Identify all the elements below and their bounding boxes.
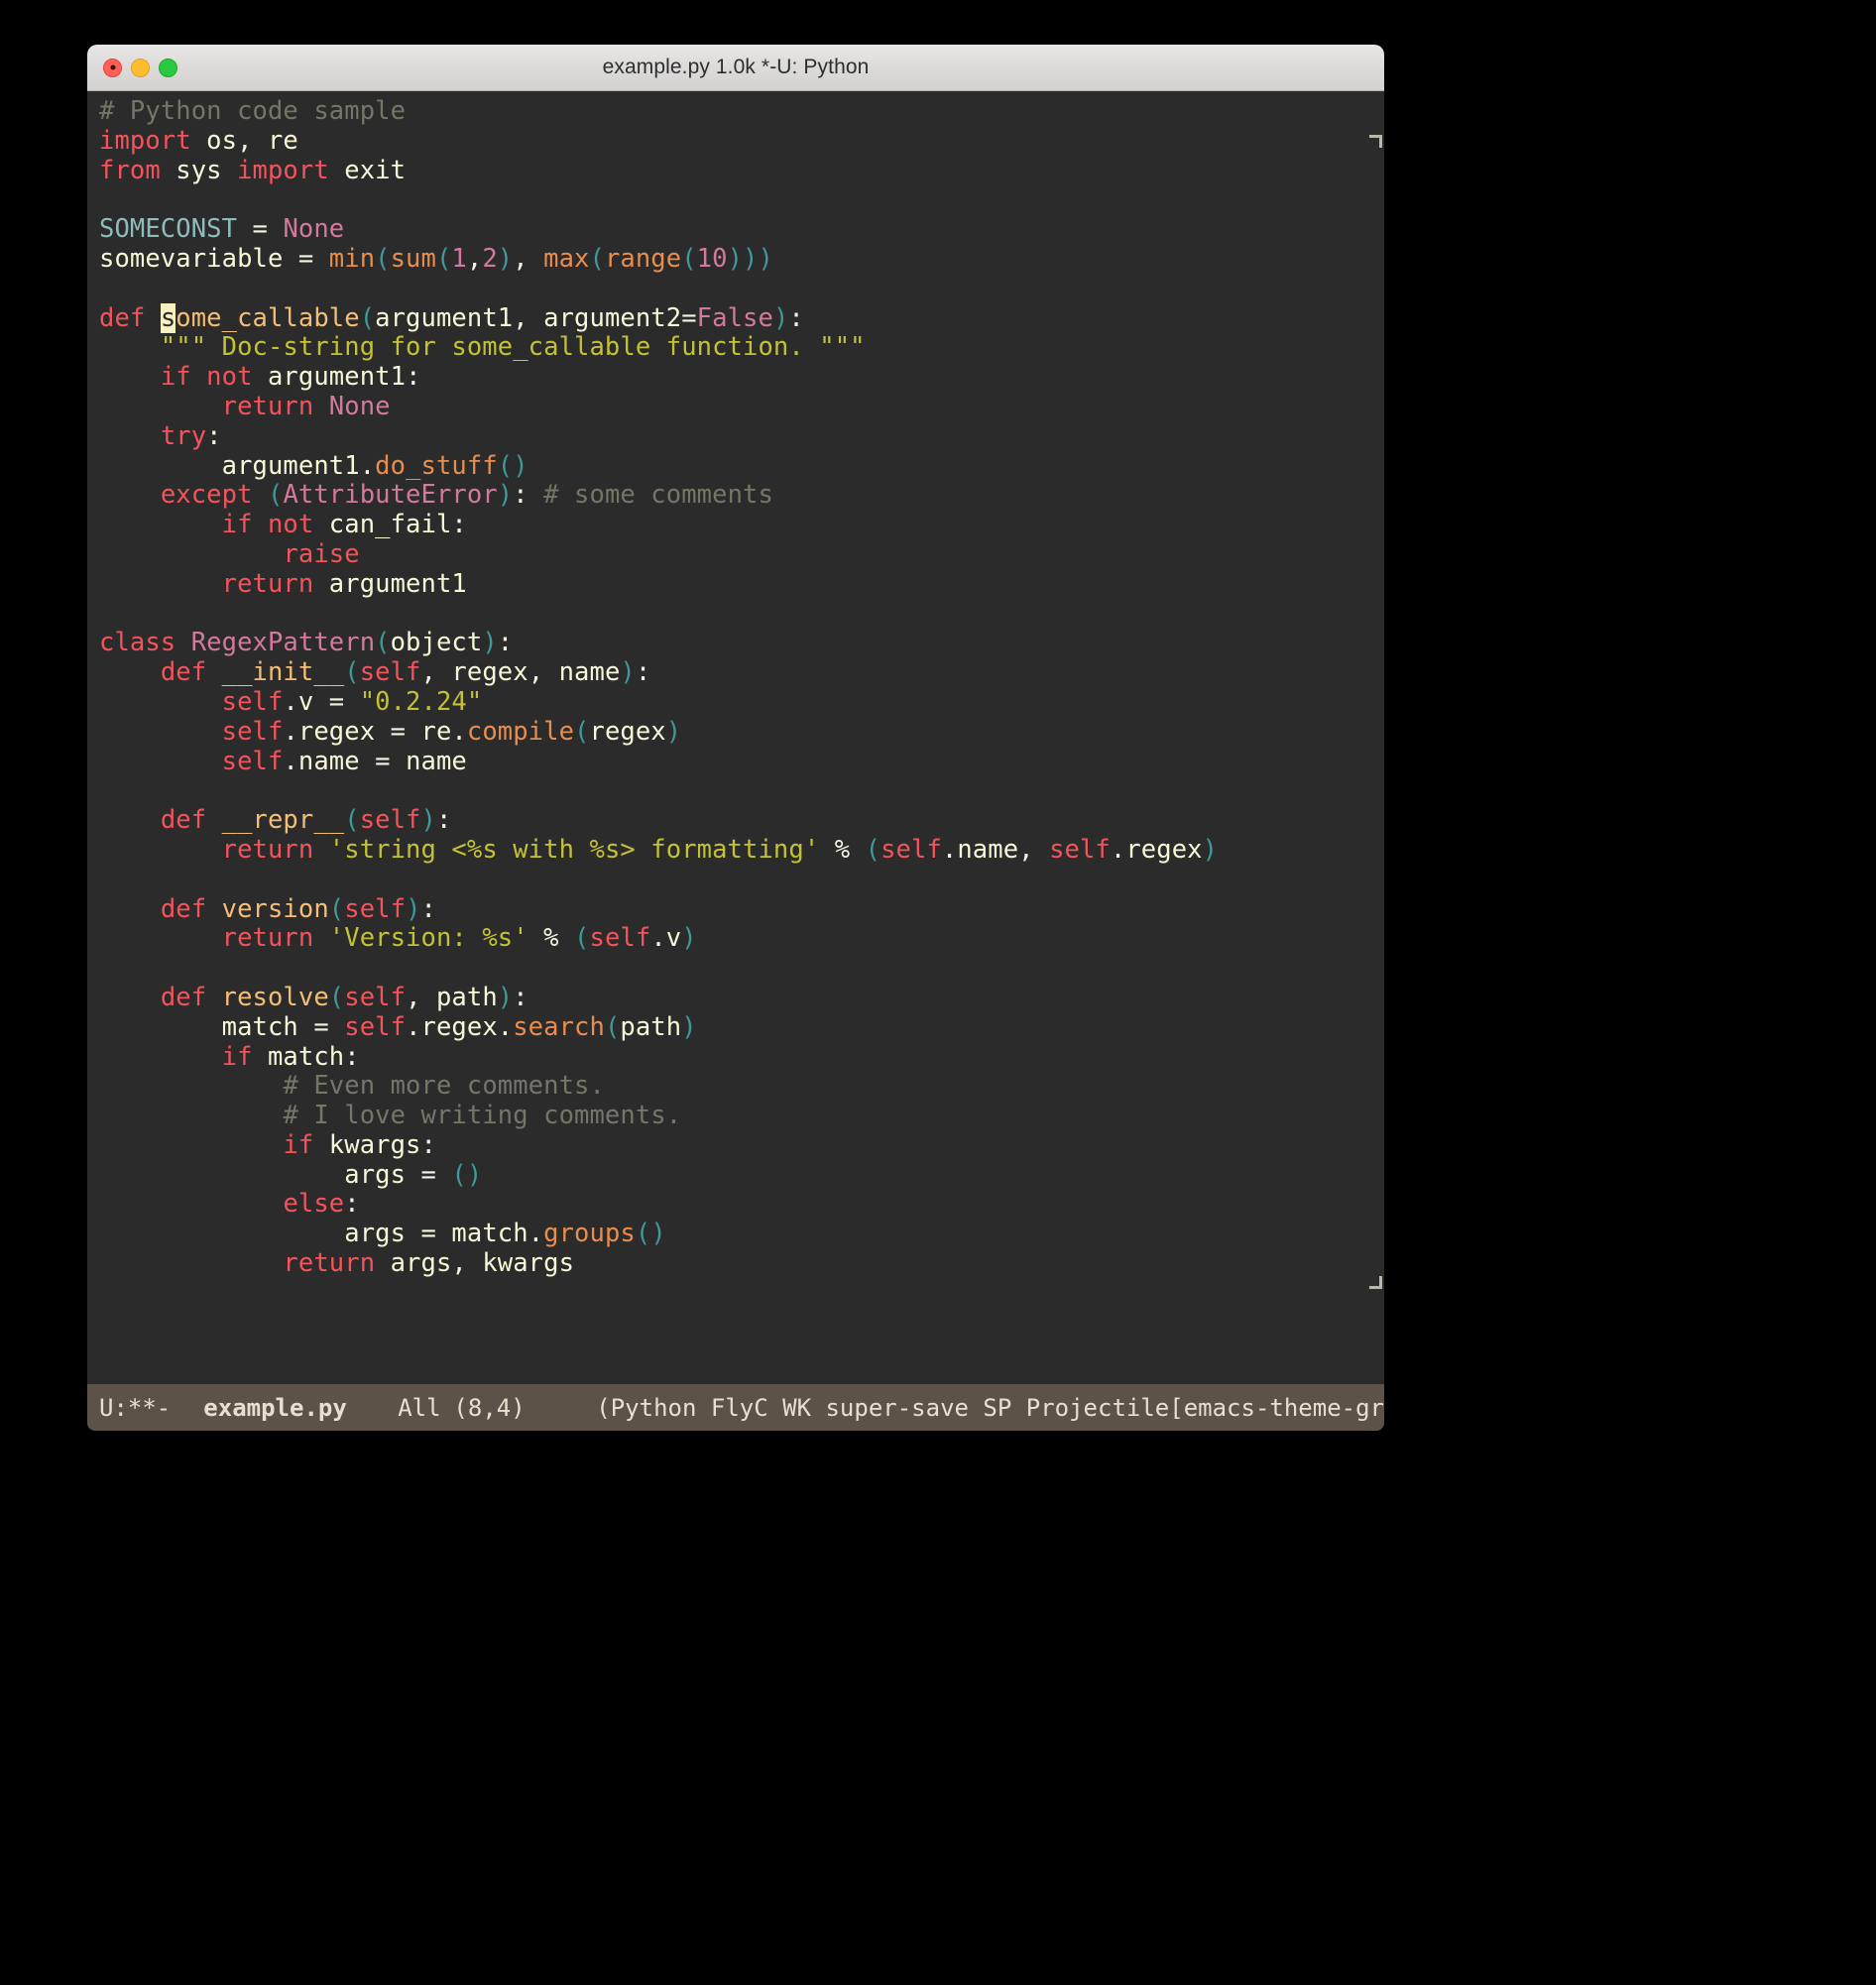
code-line[interactable]: if kwargs: (99, 1130, 1384, 1161)
code-buffer[interactable]: # Python code sample import os, re from sy… (87, 91, 1384, 1384)
minimize-window-button[interactable] (131, 58, 150, 77)
code-line[interactable]: """ Doc-string for some_callable functio… (99, 332, 1384, 363)
code-line[interactable] (99, 275, 1384, 304)
code-line[interactable]: self.regex = re.compile(regex) (99, 717, 1384, 748)
code-line[interactable]: def version(self): (99, 894, 1384, 925)
close-window-button[interactable] (103, 58, 122, 77)
code-line[interactable]: return args, kwargs (99, 1248, 1384, 1279)
window-titlebar[interactable]: example.py 1.0k *-U: Python (87, 45, 1384, 91)
code-line[interactable]: return 'Version: %s' % (self.v) (99, 923, 1384, 954)
truncation-arrow-bottom (1369, 1276, 1382, 1289)
code-line[interactable]: return None (99, 392, 1384, 422)
code-line[interactable] (99, 776, 1384, 806)
code-line[interactable]: import os, re (99, 126, 1384, 157)
code-line[interactable]: if not argument1: (99, 362, 1384, 393)
code-line[interactable]: else: (99, 1190, 1384, 1220)
text-cursor: s (160, 302, 176, 333)
mode-line: U:**- example.py All (8,4) (Python FlyC … (87, 1384, 1384, 1431)
code-line[interactable]: self.v = "0.2.24" (99, 687, 1384, 718)
code-line[interactable] (99, 954, 1384, 984)
modeline-buffer-name: example.py (203, 1393, 347, 1422)
truncation-arrow-top (1369, 135, 1382, 148)
code-line[interactable] (99, 866, 1384, 895)
code-line[interactable]: if not can_fail: (99, 510, 1384, 540)
code-line[interactable]: return 'string <%s with %s> formatting' … (99, 835, 1384, 866)
code-line[interactable]: if match: (99, 1042, 1384, 1073)
modeline-scroll-position: All (398, 1393, 441, 1422)
code-line[interactable]: def some_callable(argument1, argument2=F… (99, 302, 1384, 334)
code-line[interactable] (99, 185, 1384, 215)
code-line[interactable] (99, 600, 1384, 630)
code-line[interactable]: class RegexPattern(object): (99, 628, 1384, 658)
code-line[interactable]: match = self.regex.search(path) (99, 1012, 1384, 1043)
modeline-point-position: (8,4) (453, 1393, 526, 1422)
code-line[interactable]: def __repr__(self): (99, 805, 1384, 836)
code-line[interactable]: try: (99, 421, 1384, 452)
code-line[interactable]: return argument1 (99, 569, 1384, 600)
code-line[interactable]: # I love writing comments. (99, 1101, 1384, 1131)
maximize-window-button[interactable] (159, 58, 177, 77)
code-line[interactable]: from sys import exit (99, 156, 1384, 186)
traffic-light-group (103, 45, 177, 90)
modeline-minor-modes: (Python FlyC WK super-save SP Projectile… (596, 1393, 1384, 1422)
code-text[interactable]: # Python code sample import os, re from sy… (99, 96, 1384, 1279)
code-line[interactable]: except (AttributeError): # some comments (99, 480, 1384, 511)
code-line[interactable]: raise (99, 539, 1384, 570)
code-line[interactable]: args = () (99, 1160, 1384, 1191)
window-title: example.py 1.0k *-U: Python (602, 56, 870, 78)
emacs-window[interactable]: example.py 1.0k *-U: Python # Python cod… (87, 45, 1384, 1431)
code-line[interactable]: # Even more comments. (99, 1071, 1384, 1102)
code-line[interactable]: def __init__(self, regex, name): (99, 657, 1384, 688)
modeline-status: U:**- (99, 1393, 172, 1422)
code-line[interactable]: SOMECONST = None (99, 214, 1384, 245)
code-line[interactable]: args = match.groups() (99, 1219, 1384, 1249)
code-line[interactable]: argument1.do_stuff() (99, 451, 1384, 482)
code-line[interactable]: def resolve(self, path): (99, 983, 1384, 1013)
code-line[interactable]: somevariable = min(sum(1,2), max(range(1… (99, 244, 1384, 275)
code-line[interactable]: self.name = name (99, 747, 1384, 777)
code-line[interactable]: # Python code sample (99, 96, 1384, 127)
